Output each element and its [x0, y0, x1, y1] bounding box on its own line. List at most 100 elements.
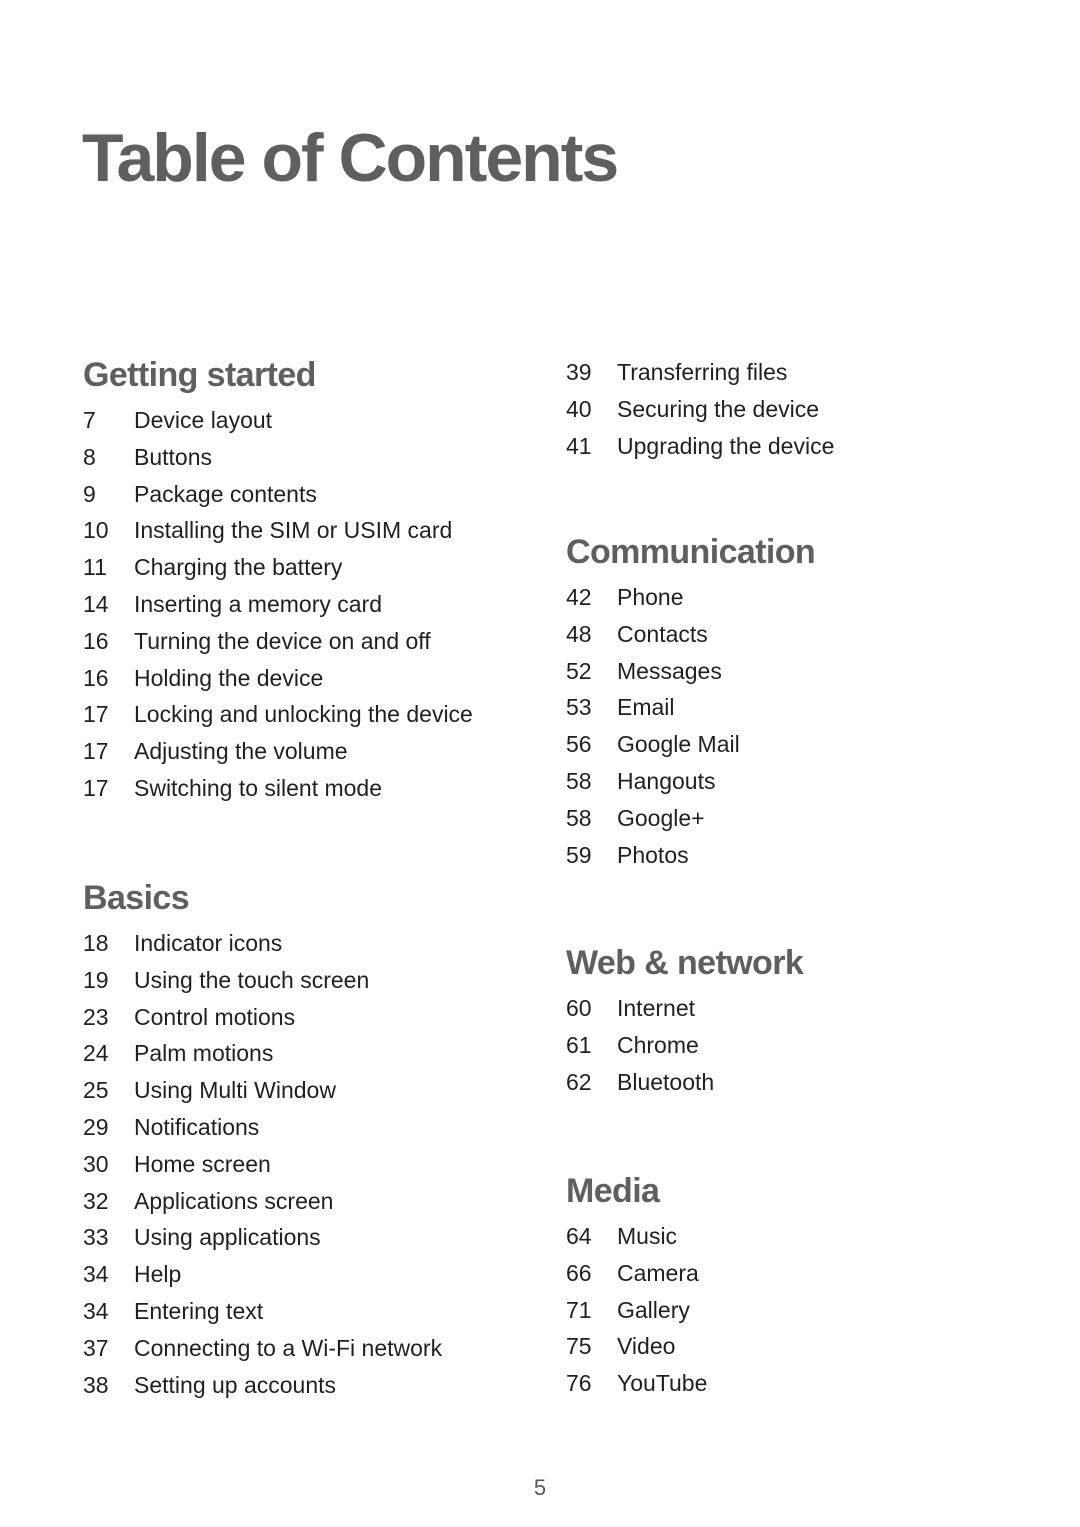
section-heading: Web & network [566, 944, 804, 982]
toc-entry-label: Charging the battery [134, 554, 343, 581]
toc-page-number: 64 [566, 1223, 592, 1249]
toc-entry[interactable]: 16 Turning the device on and off [83, 623, 523, 660]
section-communication: Communication 42 Phone 48 Contacts 52 Message… [566, 535, 1006, 873]
toc-entry[interactable]: 8 Buttons [83, 439, 523, 476]
toc-entry-label: Package contents [134, 480, 317, 507]
toc-entry[interactable]: 14 Inserting a memory card [83, 586, 523, 623]
toc-entry[interactable]: 25 Using Multi Window [83, 1072, 523, 1109]
toc-entry[interactable]: 56 Google Mail [566, 726, 1006, 763]
toc-entry-label: Palm motions [134, 1040, 274, 1067]
toc-page-number: 62 [566, 1068, 592, 1095]
section-heading: Getting started [83, 356, 316, 394]
toc-entry-label: Music [617, 1223, 678, 1249]
toc-entry[interactable]: 53 Email [566, 689, 1006, 726]
toc-page-number: 75 [566, 1333, 592, 1360]
toc-entry[interactable]: 76 YouTube [566, 1365, 1006, 1402]
toc-entry-label: Hangouts [617, 767, 716, 794]
toc-entry[interactable]: 60 Internet [566, 990, 1006, 1027]
section-basics: Basics 18 Indicator icons 19 Using the touc… [83, 881, 523, 1403]
toc-entry-label: Video [617, 1333, 676, 1360]
toc-entry-label: Indicator icons [134, 930, 283, 956]
toc-entry-label: Internet [617, 995, 695, 1021]
toc-entry[interactable]: 48 Contacts [566, 616, 1006, 653]
toc-entry[interactable]: 7 Device layout [83, 402, 523, 439]
toc-entry[interactable]: 17 Switching to silent mode [83, 770, 523, 807]
toc-entry-label: Chrome [617, 1031, 699, 1058]
toc-list: 18 Indicator icons 19 Using the touch scree… [83, 925, 523, 1403]
toc-entry[interactable]: 11 Charging the battery [83, 549, 523, 586]
toc-entry[interactable]: 16 Holding the device [83, 660, 523, 697]
toc-page-number: 32 [83, 1187, 109, 1214]
toc-page-number: 29 [83, 1113, 109, 1140]
toc-page-number: 25 [83, 1077, 109, 1104]
toc-entry[interactable]: 34 Entering text [83, 1293, 523, 1330]
toc-entry[interactable]: 24 Palm motions [83, 1035, 523, 1072]
toc-entry-label: Upgrading the device [617, 432, 835, 459]
toc-entry-label: Applications screen [134, 1187, 334, 1214]
toc-entry[interactable]: 58 Hangouts [566, 763, 1006, 800]
toc-entry[interactable]: 34 Help [83, 1256, 523, 1293]
toc-entry[interactable]: 58 Google+ [566, 800, 1006, 837]
page-title: Table of Contents [82, 120, 619, 196]
toc-page-number: 61 [566, 1031, 592, 1058]
page-number: 5 [533, 1475, 547, 1500]
toc-entry[interactable]: 10 Installing the SIM or USIM card [83, 512, 523, 549]
toc-page-number: 18 [83, 930, 109, 956]
toc-page-number: 59 [566, 841, 592, 868]
toc-entry[interactable]: 30 Home screen [83, 1146, 523, 1183]
toc-entry-label: Switching to silent mode [134, 774, 383, 801]
toc-entry[interactable]: 40 Securing the device [566, 391, 1006, 428]
toc-page-number: 48 [566, 620, 592, 647]
toc-entry-label: Control motions [134, 1003, 296, 1030]
toc-page-number: 39 [566, 359, 592, 385]
toc-page-number: 58 [566, 804, 592, 831]
section-getting-started: Getting started 7 Device layout 8 Buttons 9 P… [83, 358, 523, 807]
toc-entry[interactable]: 71 Gallery [566, 1292, 1006, 1329]
toc-page-number: 58 [566, 767, 592, 794]
toc-entry-label: Google Mail [617, 731, 740, 758]
toc-entry-label: Locking and unlocking the device [134, 701, 473, 728]
toc-entry[interactable]: 17 Adjusting the volume [83, 733, 523, 770]
toc-entry[interactable]: 62 Bluetooth [566, 1064, 1006, 1101]
toc-entry[interactable]: 19 Using the touch screen [83, 962, 523, 999]
toc-entry-label: Securing the device [617, 395, 820, 422]
toc-entry-label: YouTube [617, 1370, 708, 1397]
toc-page-number: 30 [83, 1150, 109, 1177]
toc-page-number: 19 [83, 966, 109, 993]
toc-entry[interactable]: 59 Photos [566, 837, 1006, 874]
toc-entry-label: Contacts [617, 620, 708, 647]
toc-page-number: 52 [566, 657, 592, 684]
toc-entry-label: Bluetooth [617, 1068, 715, 1095]
toc-entry[interactable]: 61 Chrome [566, 1027, 1006, 1064]
toc-entry-label: Connecting to a Wi-Fi network [134, 1334, 443, 1361]
toc-entry[interactable]: 52 Messages [566, 653, 1006, 690]
toc-list: 60 Internet 61 Chrome 62 Bluetooth [566, 990, 1006, 1100]
toc-page-number: 11 [83, 554, 107, 581]
toc-entry[interactable]: 75 Video [566, 1328, 1006, 1365]
toc-entry[interactable]: 41 Upgrading the device [566, 428, 1006, 465]
toc-entry[interactable]: 32 Applications screen [83, 1183, 523, 1220]
toc-entry[interactable]: 17 Locking and unlocking the device [83, 696, 523, 733]
toc-entry[interactable]: 42 Phone [566, 579, 1006, 616]
toc-entry[interactable]: 64 Music [566, 1218, 1006, 1255]
toc-entry[interactable]: 39 Transferring files [566, 354, 1006, 391]
toc-page-number: 42 [566, 584, 592, 610]
toc-entry[interactable]: 29 Notifications [83, 1109, 523, 1146]
toc-page-number: 34 [83, 1261, 109, 1288]
toc-page-number: 76 [566, 1370, 592, 1397]
toc-entry-label: Photos [617, 841, 689, 868]
toc-entry[interactable]: 33 Using applications [83, 1219, 523, 1256]
toc-entry[interactable]: 37 Connecting to a Wi-Fi network [83, 1330, 523, 1367]
toc-entry[interactable]: 23 Control motions [83, 999, 523, 1036]
toc-entry[interactable]: 66 Camera [566, 1255, 1006, 1292]
toc-entry[interactable]: 9 Package contents [83, 476, 523, 513]
toc-entry[interactable]: 38 Setting up accounts [83, 1367, 523, 1404]
toc-entry-label: Notifications [134, 1113, 260, 1140]
toc-entry-label: Phone [617, 584, 684, 610]
toc-entry[interactable]: 18 Indicator icons [83, 925, 523, 962]
toc-entry-label: Turning the device on and off [134, 627, 431, 654]
toc-entry-label: Device layout [134, 407, 273, 433]
toc-list: 39 Transferring files 40 Securing the devic… [566, 354, 1006, 464]
section-media: Media 64 Music 66 Camera 71 Gallery 75 Video 76 Y… [566, 1174, 1006, 1402]
toc-page-number: 56 [566, 731, 592, 758]
